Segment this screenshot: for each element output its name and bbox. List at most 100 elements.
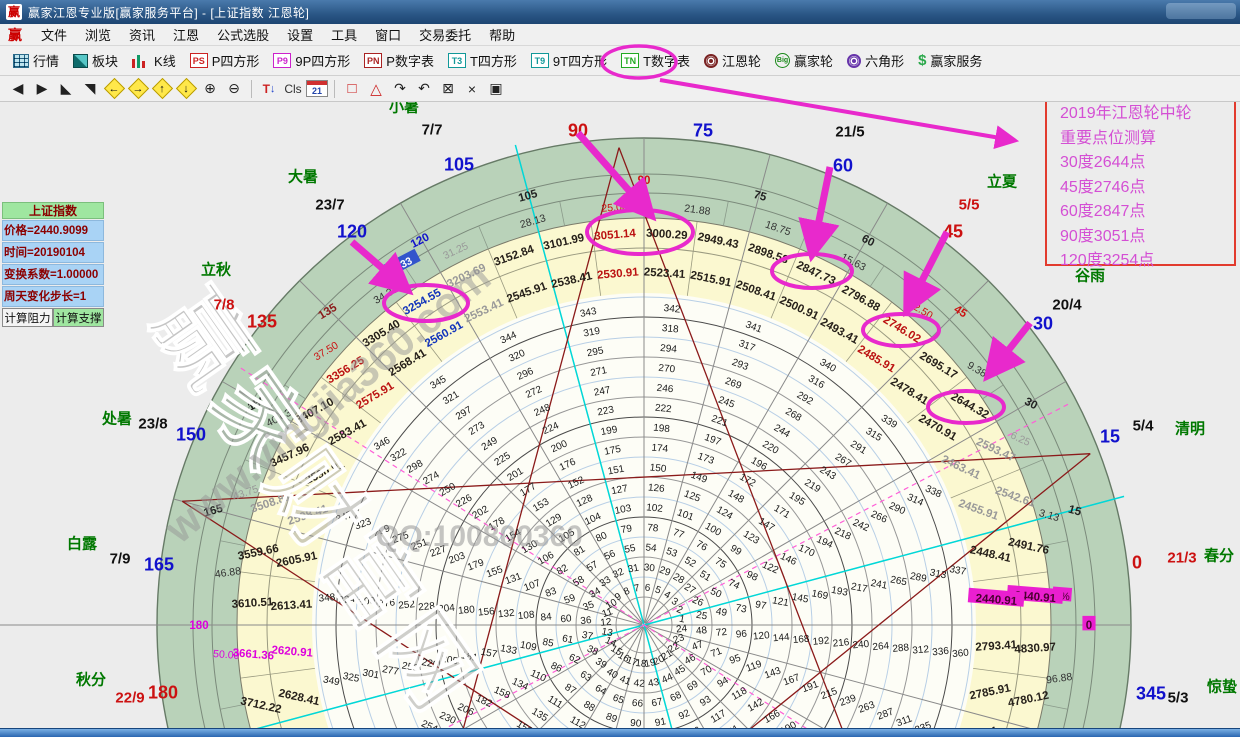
- svg-text:0: 0: [1086, 620, 1092, 632]
- annotation-line-5: 90度3051点: [1060, 225, 1234, 250]
- badge-icon: PN: [364, 53, 382, 68]
- svg-text:15: 15: [1100, 426, 1120, 446]
- svg-text:处暑: 处暑: [101, 409, 132, 427]
- menu-item-4[interactable]: 公式选股: [208, 25, 278, 44]
- svg-text:20/4: 20/4: [1052, 296, 1082, 313]
- window-controls[interactable]: [1166, 3, 1236, 19]
- select-region-button[interactable]: ▣: [485, 79, 507, 99]
- svg-text:78: 78: [647, 522, 660, 534]
- svg-text:21/3: 21/3: [1167, 549, 1196, 566]
- menu-item-1[interactable]: 浏览: [76, 25, 120, 44]
- toolbar-label: 江恩轮: [722, 51, 761, 70]
- menu-item-8[interactable]: 交易委托: [410, 25, 480, 44]
- svg-text:288: 288: [892, 642, 910, 655]
- cross-box-button[interactable]: ⊠: [437, 79, 459, 99]
- svg-text:21/5: 21/5: [835, 123, 864, 140]
- panel-title: 上证指数: [2, 202, 104, 219]
- candlestick-icon: [132, 53, 150, 68]
- page-right-button[interactable]: ▶: [31, 79, 53, 99]
- gann-wheel-canvas[interactable]: 0153045607590105120135150165180195210225…: [0, 102, 1240, 728]
- menu-item-6[interactable]: 工具: [322, 25, 366, 44]
- pointer-down-button[interactable]: ◥: [79, 79, 101, 99]
- svg-text:36: 36: [580, 615, 593, 627]
- svg-text:360: 360: [952, 648, 970, 661]
- taskbar-edge[interactable]: [0, 728, 1240, 737]
- menu-bar: 赢 文件浏览资讯江恩公式选股设置工具窗口交易委托帮助: [0, 24, 1240, 46]
- zoom-in-button[interactable]: ⊕: [199, 79, 221, 99]
- main-toolbar: 行情板块 K线 PSP四方形P99P四方形 PN P数字表 T3T四方形T99T四方形TN…: [0, 46, 1240, 76]
- calc-resistance-button[interactable]: 计算阻力: [2, 308, 53, 327]
- toolbar-9T四方形-button[interactable]: T99T四方形: [524, 49, 614, 73]
- toolbar-赢家服务-button[interactable]: $赢家服务: [911, 49, 989, 73]
- move-right-button[interactable]: →: [127, 79, 149, 99]
- triangle-tool-button[interactable]: △: [365, 79, 387, 99]
- svg-text:318: 318: [661, 323, 679, 336]
- toolbar-P四方形-button[interactable]: PSP四方形: [183, 49, 267, 73]
- toolbar-9P四方形-button[interactable]: P99P四方形: [266, 49, 357, 73]
- toolbar-K线-button[interactable]: K线: [125, 49, 183, 73]
- svg-text:108: 108: [517, 610, 535, 623]
- zoom-out-button[interactable]: ⊖: [223, 79, 245, 99]
- step-field: 周天变化步长=1: [2, 286, 104, 307]
- menu-item-0[interactable]: 文件: [32, 25, 76, 44]
- svg-text:240: 240: [852, 639, 870, 652]
- cls-button[interactable]: Cls: [282, 79, 304, 99]
- calendar-button[interactable]: 21: [306, 80, 328, 97]
- svg-text:秋分: 秋分: [76, 670, 106, 688]
- toolbar-T数字表-button[interactable]: TNT数字表: [614, 49, 697, 73]
- toolbar-label: P数字表: [386, 51, 434, 70]
- calc-support-button[interactable]: 计算支撑: [53, 308, 104, 327]
- menu-item-7[interactable]: 窗口: [366, 25, 410, 44]
- hexagon-icon: [847, 54, 861, 68]
- toolbar-六角形-button[interactable]: 六角形: [840, 49, 911, 73]
- move-up-button[interactable]: ↑: [151, 79, 173, 99]
- annotation-line-3: 45度2746点: [1060, 176, 1234, 201]
- svg-text:216: 216: [832, 637, 850, 650]
- svg-text:7/8: 7/8: [214, 296, 235, 313]
- square-tool-button[interactable]: □: [341, 79, 363, 99]
- menu-item-2[interactable]: 资讯: [120, 25, 164, 44]
- svg-text:180: 180: [148, 682, 178, 702]
- svg-text:96: 96: [735, 629, 748, 641]
- application-window: 赢 赢家江恩专业版[赢家服务平台] - [上证指数 江恩轮] 赢 文件浏览资讯江…: [0, 0, 1240, 102]
- svg-text:7/9: 7/9: [110, 550, 131, 567]
- svg-text:168: 168: [792, 634, 810, 647]
- svg-text:264: 264: [872, 641, 890, 654]
- svg-text:小暑: 小暑: [389, 102, 419, 115]
- toolbar-赢家轮-button[interactable]: Big赢家轮: [768, 49, 840, 73]
- rotate-ccw-button[interactable]: ↶: [413, 79, 435, 99]
- badge-icon: PS: [190, 53, 208, 68]
- annotation-line-4: 60度2847点: [1060, 200, 1234, 225]
- toolbar-T四方形-button[interactable]: T3T四方形: [441, 49, 524, 73]
- svg-text:105: 105: [444, 154, 474, 174]
- svg-text:102: 102: [646, 502, 664, 515]
- menu-item-3[interactable]: 江恩: [164, 25, 208, 44]
- svg-text:126: 126: [647, 482, 665, 495]
- toolbar-江恩轮-button[interactable]: 江恩轮: [697, 49, 768, 73]
- svg-text:150: 150: [649, 462, 667, 475]
- quotes-grid-icon: [13, 54, 29, 68]
- toolbar-行情-button[interactable]: 行情: [6, 49, 66, 73]
- pointer-up-button[interactable]: ◣: [55, 79, 77, 99]
- move-down-button[interactable]: ↓: [175, 79, 197, 99]
- svg-text:54: 54: [645, 542, 658, 554]
- page-left-button[interactable]: ◀: [7, 79, 29, 99]
- gann-wheel-icon: [704, 54, 718, 68]
- svg-text:270: 270: [658, 363, 676, 376]
- rotate-cw-button[interactable]: ↷: [389, 79, 411, 99]
- toolbar-label: K线: [154, 51, 176, 70]
- svg-text:5/4: 5/4: [1133, 417, 1155, 434]
- svg-text:60: 60: [833, 155, 853, 175]
- menu-item-9[interactable]: 帮助: [480, 25, 524, 44]
- menu-item-5[interactable]: 设置: [278, 25, 322, 44]
- t-down-button[interactable]: T↓: [258, 79, 280, 99]
- delete-button[interactable]: ×: [461, 79, 483, 99]
- svg-text:48: 48: [695, 625, 708, 637]
- svg-text:5/3: 5/3: [1168, 689, 1189, 706]
- svg-text:246: 246: [656, 383, 674, 396]
- move-left-button[interactable]: ←: [103, 79, 125, 99]
- badge-icon: T3: [448, 53, 466, 68]
- toolbar-P数字表-button[interactable]: PN P数字表: [357, 49, 441, 73]
- svg-text:180: 180: [458, 604, 476, 617]
- toolbar-板块-button[interactable]: 板块: [66, 49, 125, 73]
